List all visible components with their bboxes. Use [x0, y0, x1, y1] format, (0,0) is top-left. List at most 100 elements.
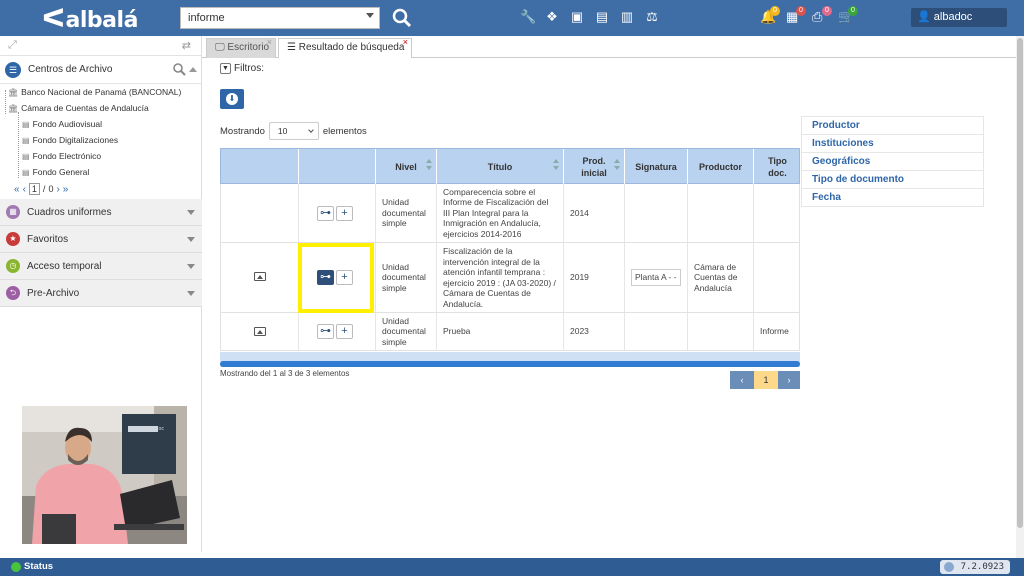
- fonds-icon: ▤: [22, 136, 30, 145]
- section-acceso-temporal[interactable]: ◷ Acceso temporal: [0, 253, 202, 280]
- facet-tipo-documento[interactable]: Tipo de documento: [802, 171, 983, 189]
- cart-badge: 0: [848, 6, 858, 16]
- search-button[interactable]: [390, 6, 414, 30]
- tree-node[interactable]: ▤ Fondo Electrónico: [22, 151, 101, 161]
- nivel-cell: Unidad documental simple: [376, 243, 437, 312]
- top-bar: ᐸalbalá informe 🔧 ❖ ▣ ▤ ▥ ⚖ 🔔 0 ▦ 0 ⎙ 0 🛒 0 …: [0, 0, 1024, 36]
- collapse-up-icon[interactable]: [189, 67, 197, 72]
- highlight-box: [298, 243, 374, 313]
- first-page-icon[interactable]: «: [14, 184, 20, 195]
- hierarchy-button[interactable]: ⊶: [317, 324, 334, 339]
- column-header-signatura[interactable]: Signatura: [625, 149, 688, 185]
- tab-resultado-busqueda[interactable]: ☰ Resultado de búsqueda ×: [278, 37, 412, 58]
- tree-node[interactable]: ▤ Fondo Digitalizaciones: [22, 135, 118, 145]
- dropbox-icon[interactable]: ❖: [545, 10, 559, 24]
- table-pagination: ‹ 1 ›: [730, 371, 800, 389]
- close-icon[interactable]: ×: [403, 33, 408, 51]
- column-header-tipo-doc[interactable]: Tipo doc.: [754, 149, 801, 185]
- prod-cell: 2023: [564, 313, 625, 350]
- tree-page-separator: /: [42, 184, 46, 194]
- prev-page-icon[interactable]: ‹: [23, 184, 26, 195]
- tree-node[interactable]: ▤ Fondo General: [22, 167, 89, 177]
- centros-header[interactable]: ☰ Centros de Archivo: [0, 56, 201, 84]
- bell-icon[interactable]: 🔔 0: [760, 6, 780, 26]
- version-badge: 7.2.0923: [940, 560, 1010, 574]
- signatura-cell: [625, 313, 688, 350]
- prod-cell: 2019: [564, 243, 625, 312]
- status-dot-icon: [11, 561, 21, 572]
- calendar-icon[interactable]: ▦ 0: [786, 6, 806, 26]
- sort-desc-icon: [614, 166, 620, 170]
- close-icon[interactable]: ×: [267, 33, 272, 51]
- facet-fecha[interactable]: Fecha: [802, 189, 983, 207]
- section-cuadros-uniformes[interactable]: ▦ Cuadros uniformes: [0, 199, 202, 226]
- prev-page-button[interactable]: ‹: [730, 371, 754, 389]
- institution-icon: 🏛: [8, 88, 19, 97]
- search-input[interactable]: informe: [180, 7, 380, 29]
- clock-icon: ◷: [6, 259, 20, 273]
- facet-instituciones[interactable]: Instituciones: [802, 135, 983, 153]
- printer-icon[interactable]: ⎙ 0: [812, 6, 832, 26]
- user-menu[interactable]: 👤 albadoc: [911, 8, 1007, 27]
- logo-mark: ᐸ: [42, 4, 65, 34]
- page-scrollbar[interactable]: [1016, 36, 1024, 558]
- image-icon[interactable]: [254, 272, 266, 281]
- facet-geograficos[interactable]: Geográficos: [802, 153, 983, 171]
- albala-logo[interactable]: ᐸalbalá: [42, 4, 138, 34]
- archive-tree: 🏛 Banco Nacional de Panamá (BANCONAL) 🏛 Cá…: [0, 84, 201, 196]
- tree-page-input[interactable]: 1: [28, 183, 40, 195]
- actions-cell: ⊶ +: [299, 313, 376, 350]
- filter-icon: ▼: [220, 63, 231, 74]
- column-header-nivel[interactable]: Nivel: [376, 149, 437, 185]
- facet-productor[interactable]: Productor: [802, 117, 983, 135]
- tree-node[interactable]: 🏛 Cámara de Cuentas de Andalucía: [8, 103, 149, 113]
- sort-desc-icon: [426, 166, 432, 170]
- tree-node[interactable]: ▤ Fondo Audiovisual: [22, 119, 102, 129]
- shopping-bag-icon[interactable]: ▣: [570, 10, 584, 24]
- cart-icon[interactable]: 🛒 0: [838, 6, 858, 26]
- scrollbar-thumb[interactable]: [220, 361, 800, 367]
- bell-badge: 0: [770, 6, 780, 16]
- tree-node[interactable]: 🏛 Banco Nacional de Panamá (BANCONAL): [8, 87, 181, 97]
- user-name: albadoc: [933, 11, 973, 23]
- column-header-productor[interactable]: Productor: [688, 149, 754, 185]
- table-row[interactable]: ⊶ + Unidad documental simple Comparecenc…: [220, 184, 800, 243]
- page-size-value: 10: [277, 126, 288, 136]
- download-button[interactable]: ⬇: [220, 89, 244, 109]
- page-size-select[interactable]: 10: [268, 122, 319, 140]
- expand-icon[interactable]: ⤢: [8, 39, 17, 52]
- zoom-icon[interactable]: [172, 62, 186, 76]
- page-scrollbar-thumb[interactable]: [1017, 38, 1023, 528]
- table-row[interactable]: ⊶ + Unidad documental simple Prueba 2023…: [220, 313, 800, 351]
- column-header-prod-inicial[interactable]: Prod. inicial: [564, 149, 625, 185]
- book-icon[interactable]: ▤: [595, 10, 609, 24]
- table-horizontal-scrollbar[interactable]: [220, 352, 800, 367]
- next-page-icon[interactable]: ›: [56, 184, 59, 195]
- tipo-cell: [754, 184, 800, 242]
- signatura-cell: Planta A - -: [625, 243, 688, 312]
- balance-scale-icon[interactable]: ⚖: [645, 10, 659, 24]
- wrench-icon[interactable]: 🔧: [520, 10, 536, 24]
- page-button-current[interactable]: 1: [754, 371, 778, 389]
- notifications: 🔔 0 ▦ 0 ⎙ 0 🛒 0: [760, 6, 858, 26]
- add-button[interactable]: +: [336, 206, 353, 221]
- section-pre-archivo[interactable]: ⮌ Pre-Archivo: [0, 280, 202, 307]
- pre-archive-icon: ⮌: [6, 286, 20, 300]
- archive-box-icon[interactable]: ▥: [620, 10, 634, 24]
- image-icon[interactable]: [254, 327, 266, 336]
- status-indicator[interactable]: Status: [11, 561, 53, 572]
- column-header-titulo[interactable]: Título: [437, 149, 564, 185]
- swap-icon[interactable]: ⇄: [182, 39, 191, 52]
- nivel-cell: Unidad documental simple: [376, 313, 437, 350]
- hierarchy-button[interactable]: ⊶: [317, 206, 334, 221]
- sort-asc-icon: [614, 159, 620, 163]
- tab-escritorio[interactable]: 🖵 Escritorio ×: [206, 37, 276, 58]
- last-page-icon[interactable]: »: [63, 184, 69, 195]
- filters-toggle[interactable]: ▼ Filtros:: [220, 63, 264, 74]
- section-favoritos[interactable]: ★ Favoritos: [0, 226, 202, 253]
- signatura-value: Planta A - -: [631, 269, 681, 286]
- next-page-button[interactable]: ›: [778, 371, 800, 389]
- add-button[interactable]: +: [336, 324, 353, 339]
- search-dropdown-icon[interactable]: [366, 13, 374, 18]
- page-size-control: Mostrando 10 elementos: [220, 122, 367, 140]
